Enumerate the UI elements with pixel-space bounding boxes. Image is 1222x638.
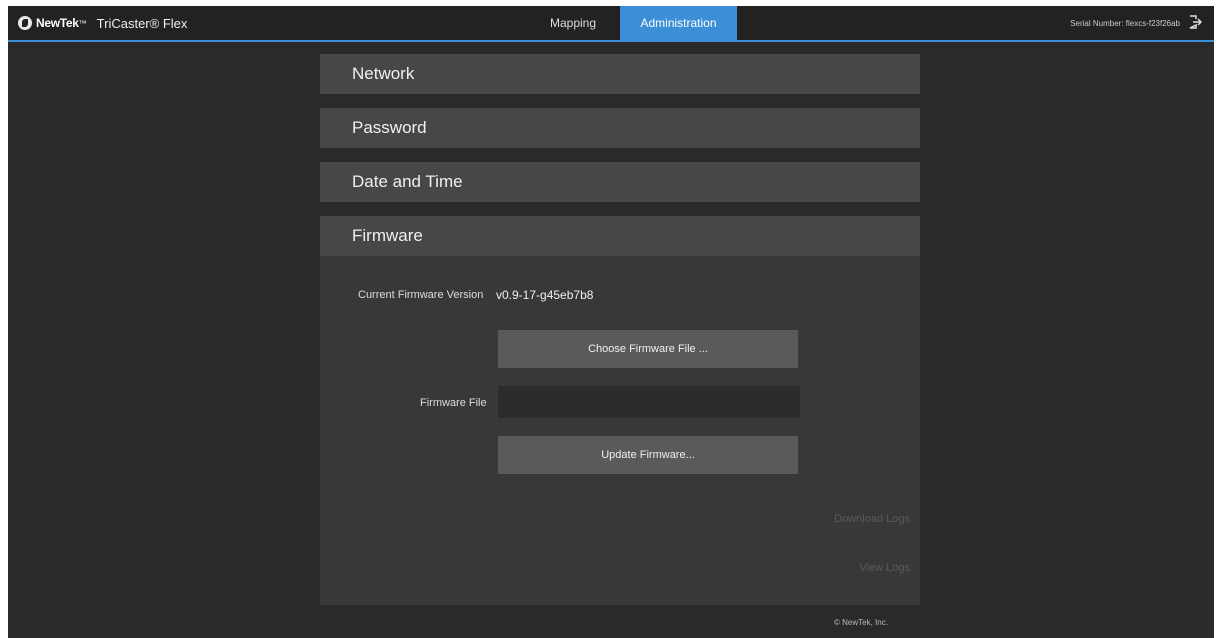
app-frame: NewTek ™ TriCaster® Flex Mapping Adminis… xyxy=(8,6,1214,638)
view-logs-link[interactable]: View Logs xyxy=(859,562,910,574)
firmware-file-input[interactable] xyxy=(498,386,800,418)
newtek-logo-icon xyxy=(18,16,32,30)
admin-content: Network Password Date and Time Firmware … xyxy=(320,54,920,605)
network-panel-header[interactable]: Network xyxy=(320,54,920,94)
firmware-panel-body: Current Firmware Version v0.9-17-g45eb7b… xyxy=(320,256,920,605)
top-bar: NewTek ™ TriCaster® Flex Mapping Adminis… xyxy=(8,6,1214,42)
tab-mapping[interactable]: Mapping xyxy=(526,6,620,40)
serial-number: Serial Number: flexcs-f23f26ab xyxy=(1070,18,1180,28)
update-firmware-button[interactable]: Update Firmware... xyxy=(498,436,798,474)
datetime-panel-header[interactable]: Date and Time xyxy=(320,162,920,202)
product-name: TriCaster® Flex xyxy=(96,15,188,31)
main-nav: Mapping Administration xyxy=(526,6,737,40)
brand: NewTek ™ TriCaster® Flex xyxy=(18,6,187,40)
download-logs-link[interactable]: Download Logs xyxy=(834,513,910,525)
firmware-panel-header[interactable]: Firmware xyxy=(320,216,920,256)
logout-icon[interactable] xyxy=(1188,15,1202,29)
choose-firmware-button[interactable]: Choose Firmware File ... xyxy=(498,330,798,368)
copyright: © NewTek, Inc. xyxy=(834,618,888,627)
tab-administration[interactable]: Administration xyxy=(620,6,737,40)
current-firmware-value: v0.9-17-g45eb7b8 xyxy=(496,288,594,302)
brand-name: NewTek xyxy=(36,16,79,30)
password-panel-header[interactable]: Password xyxy=(320,108,920,148)
brand-trademark: ™ xyxy=(78,18,87,28)
firmware-file-label: Firmware File xyxy=(420,397,487,409)
current-firmware-label: Current Firmware Version xyxy=(358,289,484,301)
